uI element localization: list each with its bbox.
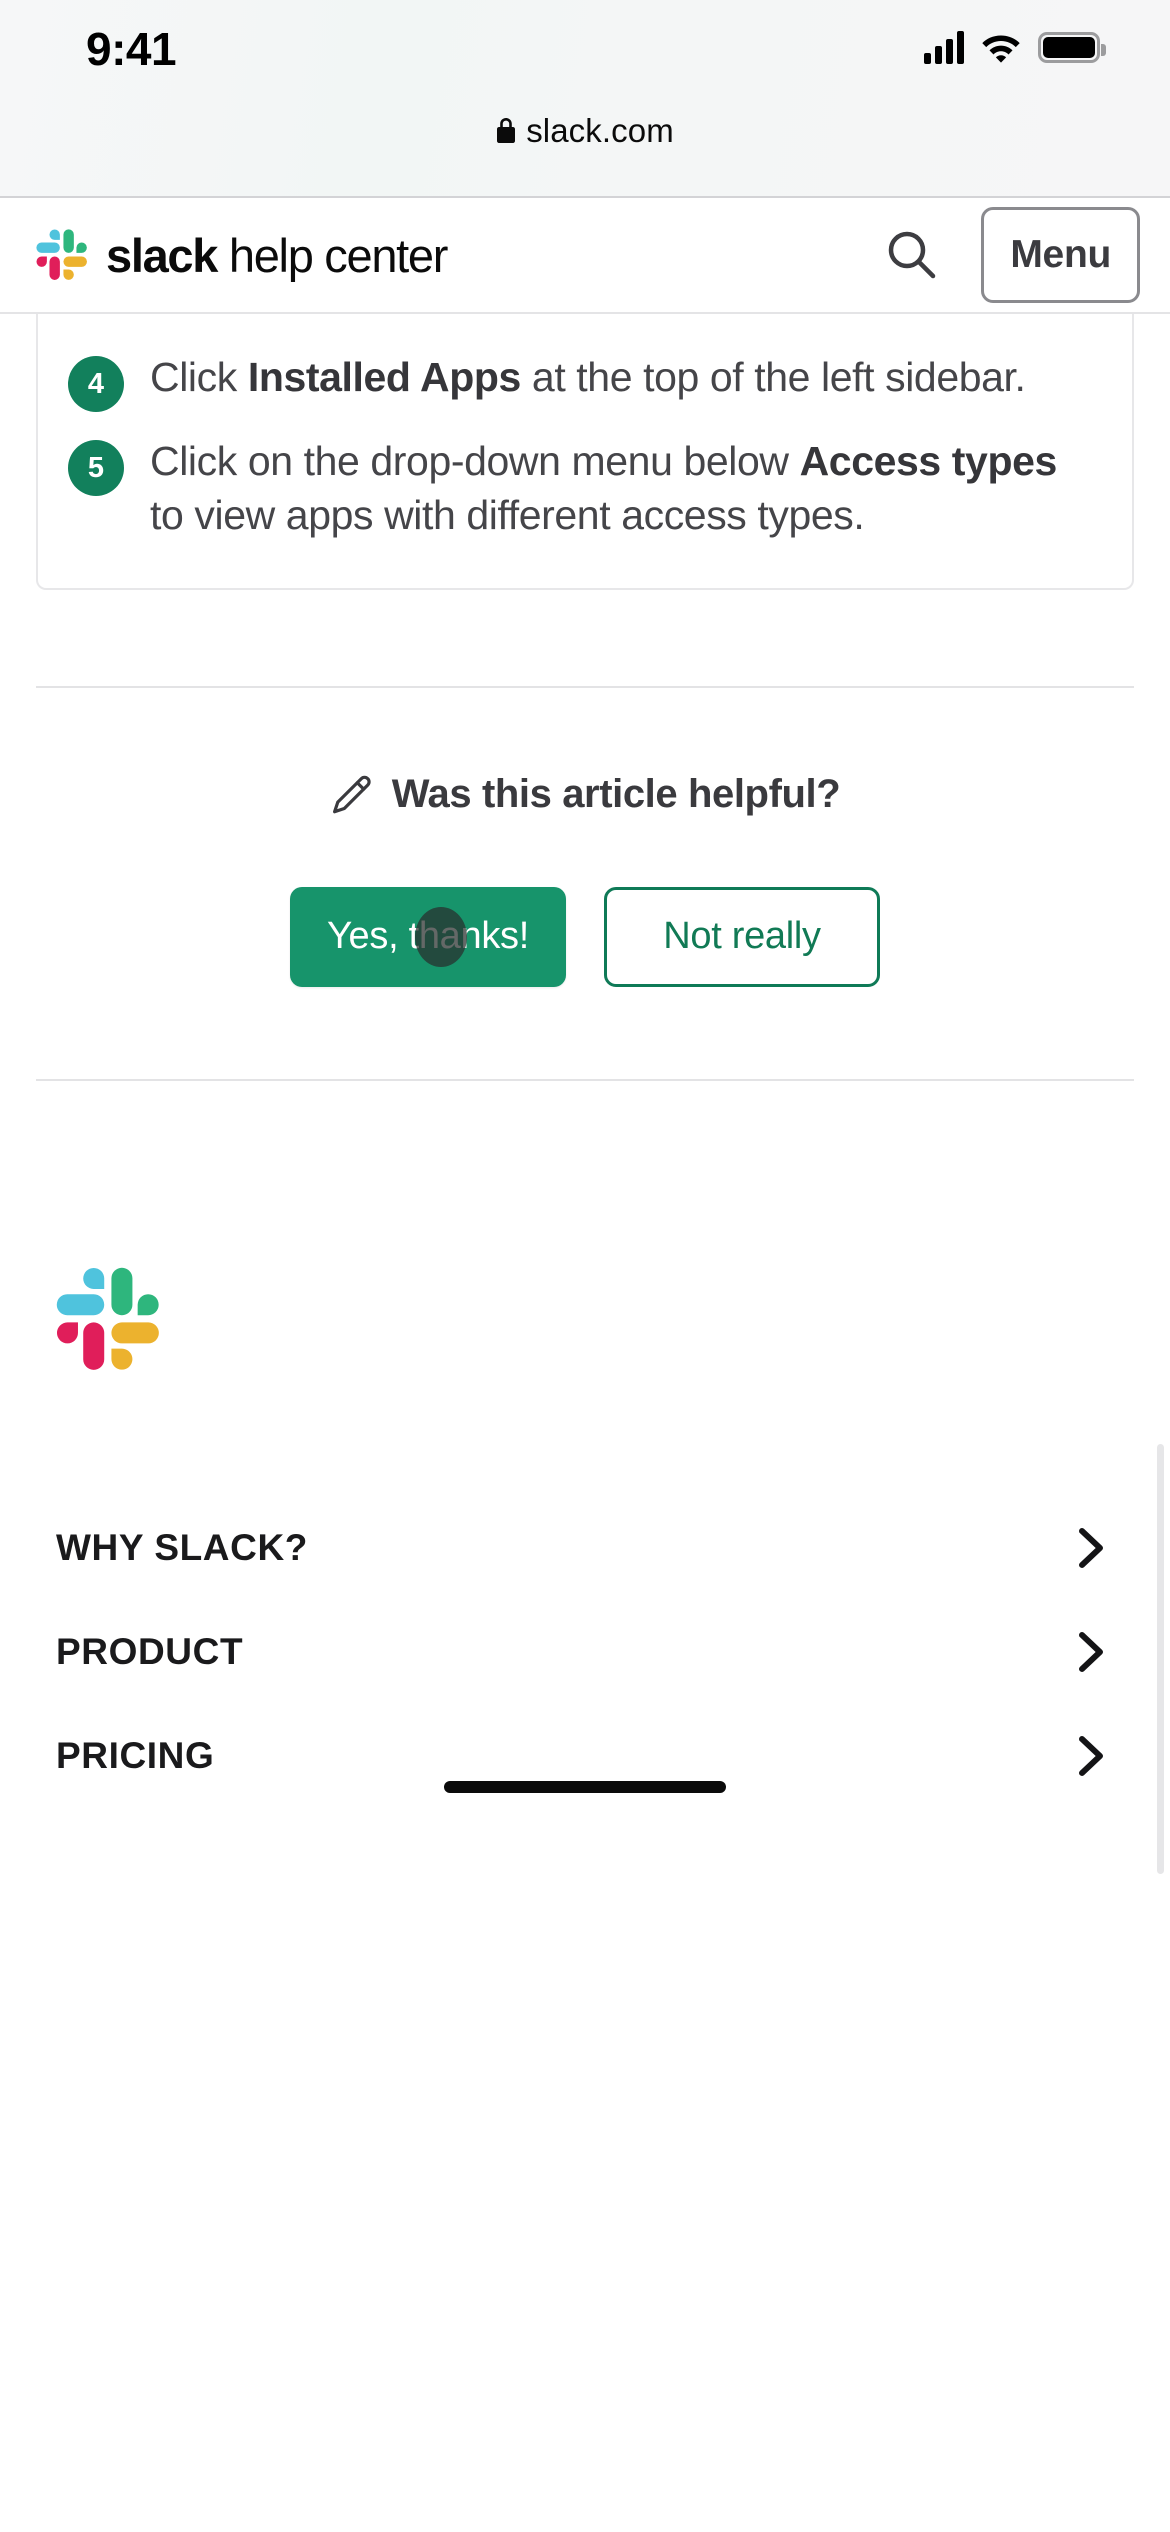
search-button[interactable] bbox=[879, 222, 945, 288]
feedback-yes-label: Yes, thanks! bbox=[326, 915, 530, 958]
step-text-tail: to view apps with different access types… bbox=[150, 492, 865, 539]
divider-above-feedback bbox=[36, 686, 1134, 689]
footer-row-product[interactable]: PRODUCT bbox=[56, 1601, 1114, 1705]
brand-suffix: help center bbox=[217, 228, 449, 282]
footer-row-pricing[interactable]: PRICING bbox=[56, 1705, 1114, 1809]
site-title: slack help center bbox=[106, 228, 449, 282]
step-number-badge: 5 bbox=[68, 440, 124, 496]
scroll-indicator[interactable] bbox=[1157, 1444, 1164, 1874]
step-number-badge: 4 bbox=[68, 356, 124, 412]
footer-link-label: PRODUCT bbox=[56, 1630, 244, 1672]
step-text-tail: at the top of the left sidebar. bbox=[520, 354, 1026, 400]
footer-row-why-slack[interactable]: WHY SLACK? bbox=[56, 1497, 1114, 1601]
chevron-right-icon bbox=[1079, 1631, 1103, 1672]
step-text: Click on the drop-down menu below Access… bbox=[150, 434, 1098, 542]
ios-status-bar: 9:41 slack.com bbox=[0, 0, 1170, 196]
cellular-signal-icon bbox=[924, 30, 964, 64]
brand-name: slack bbox=[106, 228, 218, 282]
footer-link-list: WHY SLACK? PRODUCT PRICING bbox=[56, 1497, 1114, 1809]
feedback-no-label: Not really bbox=[663, 915, 821, 958]
browser-url-bar[interactable]: slack.com bbox=[0, 112, 1170, 150]
footer-link-label: WHY SLACK? bbox=[56, 1526, 308, 1568]
step-item-5: 5 Click on the drop-down menu below Acce… bbox=[38, 434, 1132, 542]
step-text-plain: Click bbox=[150, 354, 248, 400]
site-logo-link[interactable]: slack help center bbox=[36, 228, 449, 282]
footer-link-label: PRICING bbox=[56, 1734, 215, 1776]
status-bar-indicators bbox=[924, 30, 1106, 64]
step-text-plain: Click on the drop-down menu below bbox=[150, 438, 800, 484]
url-host-text: slack.com bbox=[526, 112, 674, 149]
battery-icon bbox=[1038, 31, 1106, 63]
step-text-emphasis: Installed Apps bbox=[247, 354, 521, 400]
chevron-right-icon bbox=[1079, 1735, 1103, 1776]
article-page: 4 Click Installed Apps at the top of the… bbox=[0, 314, 1170, 1874]
slack-hash-logo-icon bbox=[36, 229, 87, 280]
site-header: slack help center Menu bbox=[0, 196, 1170, 314]
step-text: Click Installed Apps at the top of the l… bbox=[150, 350, 1026, 412]
steps-card: 4 Click Installed Apps at the top of the… bbox=[36, 314, 1134, 591]
pencil-icon bbox=[332, 775, 371, 814]
site-footer: WHY SLACK? PRODUCT PRICING bbox=[0, 1081, 1170, 1809]
menu-button[interactable]: Menu bbox=[981, 207, 1140, 303]
feedback-question-row: Was this article helpful? bbox=[330, 772, 841, 817]
slack-hash-logo-icon bbox=[56, 1267, 159, 1370]
header-actions: Menu bbox=[879, 207, 1140, 303]
wifi-icon bbox=[982, 35, 1020, 63]
feedback-yes-button[interactable]: Yes, thanks! bbox=[290, 886, 566, 987]
step-text-emphasis: Access types bbox=[799, 438, 1058, 484]
search-icon bbox=[889, 231, 936, 279]
lock-icon bbox=[497, 118, 516, 143]
card-clipped-top bbox=[38, 314, 1132, 328]
feedback-question-text: Was this article helpful? bbox=[391, 772, 841, 817]
status-bar-clock: 9:41 bbox=[86, 23, 177, 75]
feedback-section: Was this article helpful? Yes, thanks! N… bbox=[0, 772, 1170, 987]
chevron-right-icon bbox=[1079, 1527, 1103, 1568]
feedback-buttons: Yes, thanks! Not really bbox=[0, 886, 1170, 987]
home-indicator bbox=[444, 1780, 726, 1793]
step-item-4: 4 Click Installed Apps at the top of the… bbox=[38, 350, 1132, 412]
feedback-no-button[interactable]: Not really bbox=[604, 886, 880, 987]
